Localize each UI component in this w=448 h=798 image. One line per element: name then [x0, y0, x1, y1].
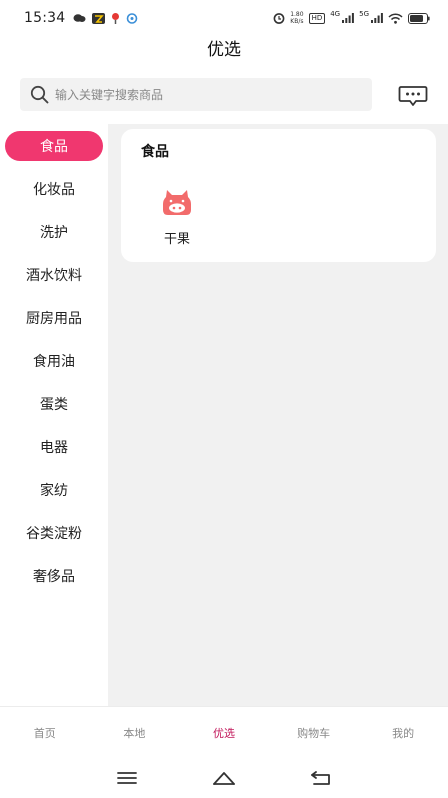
sidebar-item-label: 奢侈品 — [33, 568, 75, 585]
sidebar-item-label: 电器 — [40, 439, 68, 456]
net-speed-unit: KB/s — [290, 18, 304, 25]
signal-1-label: 4G — [330, 10, 341, 18]
bottom-tab-bar: 首页 本地 优选 购物车 我的 — [0, 706, 448, 758]
search-icon — [30, 85, 49, 104]
message-icon — [398, 86, 428, 106]
sidebar-item-grains[interactable]: 谷类淀粉 — [0, 511, 108, 554]
search-box[interactable] — [20, 78, 372, 111]
sidebar-item-label: 化妆品 — [33, 181, 75, 198]
sidebar-item-label: 食品 — [5, 130, 103, 161]
pig-icon — [160, 185, 194, 219]
sidebar-item-cosmetics[interactable]: 化妆品 — [0, 167, 108, 210]
category-item-dried-fruit[interactable]: 干果 — [153, 185, 201, 247]
sidebar-item-label: 洗护 — [40, 224, 68, 241]
signal-1-icon — [342, 13, 355, 23]
battery-icon — [408, 12, 430, 24]
tab-featured[interactable]: 优选 — [179, 707, 269, 758]
signal-2-label: 5G — [359, 10, 369, 18]
chat-notification-icon — [73, 14, 86, 22]
sidebar-item-cooking-oil[interactable]: 食用油 — [0, 339, 108, 382]
signal-2-icon — [371, 13, 383, 23]
back-icon — [311, 771, 331, 785]
sidebar-item-appliances[interactable]: 电器 — [0, 425, 108, 468]
sidebar-item-label: 家纺 — [40, 482, 68, 499]
net-speed-value: 1.80 — [290, 11, 304, 18]
section-title: 食品 — [141, 144, 169, 160]
tab-label: 优选 — [212, 726, 235, 740]
tab-home[interactable]: 首页 — [0, 707, 90, 758]
sidebar-item-luxury[interactable]: 奢侈品 — [0, 554, 108, 597]
sidebar-item-eggs[interactable]: 蛋类 — [0, 382, 108, 425]
sidebar-item-beverages[interactable]: 酒水饮料 — [0, 253, 108, 296]
back-nav-button[interactable] — [301, 762, 341, 794]
status-bar: 15:34 1.80 KB/s HD 4G 5G — [0, 0, 448, 36]
sidebar-item-kitchenware[interactable]: 厨房用品 — [0, 296, 108, 339]
sidebar-item-label: 谷类淀粉 — [26, 525, 82, 542]
page-title: 优选 — [207, 40, 241, 60]
alarm-icon — [273, 13, 285, 24]
menu-icon — [116, 772, 137, 784]
sidebar-item-home-textiles[interactable]: 家纺 — [0, 468, 108, 511]
category-item-label: 干果 — [163, 232, 190, 247]
net-speed: 1.80 KB/s — [290, 11, 303, 25]
category-content: 食品 干果 — [108, 124, 448, 706]
search-input[interactable] — [55, 87, 355, 102]
sidebar-item-label: 酒水饮料 — [26, 267, 82, 284]
location-notification-icon — [112, 13, 120, 24]
menu-nav-button[interactable] — [107, 762, 147, 794]
sidebar-item-label: 蛋类 — [40, 396, 68, 413]
app-notification-icon — [92, 12, 106, 24]
cloud-notification-icon — [127, 12, 138, 24]
home-icon — [213, 772, 235, 785]
status-time: 15:34 — [24, 10, 66, 26]
system-status-icons: 1.80 KB/s HD 4G 5G — [273, 10, 430, 25]
tab-label: 首页 — [33, 726, 56, 740]
notification-icons — [73, 12, 138, 24]
tab-local[interactable]: 本地 — [90, 707, 180, 758]
system-nav-bar — [0, 758, 448, 798]
tab-label: 本地 — [123, 726, 146, 740]
category-sidebar: 食品 化妆品 洗护 酒水饮料 厨房用品 食用油 蛋类 电器 家纺 谷类淀粉 奢侈… — [0, 124, 108, 706]
tab-cart[interactable]: 购物车 — [269, 707, 359, 758]
tab-label: 我的 — [392, 726, 415, 740]
tab-label: 购物车 — [297, 726, 331, 740]
hd-badge: HD — [308, 12, 326, 24]
sidebar-item-food[interactable]: 食品 — [0, 124, 108, 167]
home-nav-button[interactable] — [204, 762, 244, 794]
sidebar-item-personal-care[interactable]: 洗护 — [0, 210, 108, 253]
sidebar-item-label: 厨房用品 — [26, 310, 82, 327]
tab-profile[interactable]: 我的 — [358, 707, 448, 758]
sidebar-item-label: 食用油 — [33, 353, 75, 370]
message-button[interactable] — [396, 84, 430, 108]
wifi-icon — [388, 12, 403, 24]
category-card: 食品 干果 — [121, 129, 436, 262]
